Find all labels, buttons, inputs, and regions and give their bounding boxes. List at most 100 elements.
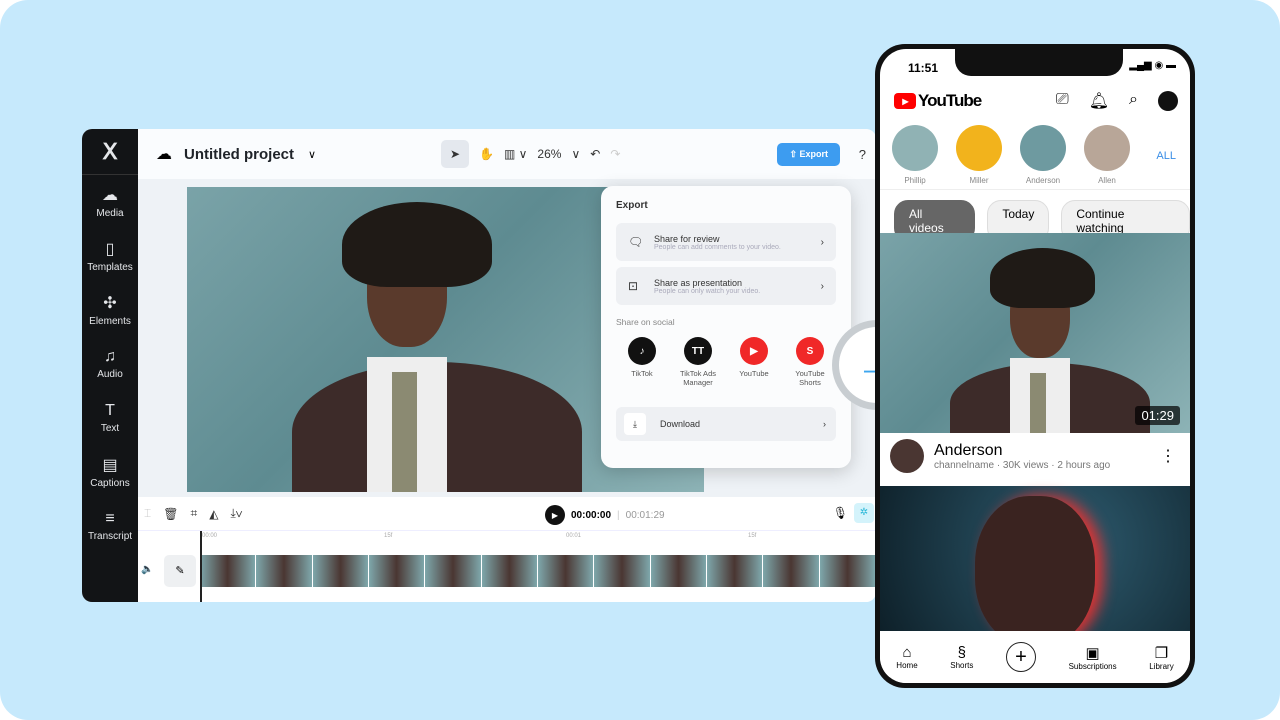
sidebar-item-media[interactable]: ☁ Media — [82, 175, 138, 229]
video-meta[interactable]: Anderson channelname · 30K views · 2 hour… — [890, 439, 1180, 473]
cast-icon[interactable]: ⎚ — [1056, 91, 1069, 111]
sidebar-item-audio[interactable]: ♫ Audio — [82, 337, 138, 391]
youtube-logo[interactable]: ▶ YouTube — [894, 91, 982, 111]
top-bar: ☁ Untitled project ∨ ➤ ✋ ▥ ∨ 26% ∨ ↶ ↷ ⇧… — [138, 129, 876, 179]
share-as-presentation-option[interactable]: ⊡ Share as presentation People can only w… — [616, 267, 836, 305]
ai-icon[interactable]: ✲ — [854, 503, 874, 523]
second-video-thumbnail[interactable] — [880, 486, 1190, 646]
undo-icon[interactable]: ↶ — [590, 147, 600, 161]
share-tiktok[interactable]: ♪ TikTok — [616, 337, 668, 387]
option-title: Share as presentation — [654, 277, 743, 288]
sidebar: ⵝ ☁ Media ▯ Templates ✣ Elements ♫ Audio T Text ▤ C… — [82, 129, 138, 602]
nav-library[interactable]: ❐ Library — [1149, 644, 1173, 671]
export-panel-title: Export — [616, 200, 648, 211]
sidebar-item-label: Transcript — [87, 531, 133, 542]
ruler-tick: 15f — [384, 533, 393, 539]
video-track[interactable] — [200, 555, 876, 587]
ruler-tick: 00:00 — [202, 533, 218, 539]
share-youtube[interactable]: ▶ YouTube — [728, 337, 780, 387]
account-avatar[interactable] — [1158, 91, 1178, 111]
select-tool-icon[interactable]: ➤ — [441, 140, 469, 168]
playhead[interactable] — [200, 531, 202, 602]
status-icons: ▂▄▆ ◉ ▬ — [1129, 60, 1176, 71]
share-for-review-option[interactable]: 🗨 Share for review People can add comment… — [616, 223, 836, 261]
option-desc: People can add comments to your video. — [654, 243, 781, 251]
option-title: Share for review — [654, 233, 720, 244]
cloud-icon[interactable]: ☁ — [156, 144, 172, 164]
nav-shorts[interactable]: § Shorts — [950, 644, 973, 670]
time-ruler: 00:00 15f 00:01 15f — [200, 533, 876, 549]
nav-home[interactable]: ⌂ Home — [896, 644, 917, 670]
transcript-icon: ≡ — [105, 510, 115, 527]
video-duration: 01:29 — [1135, 406, 1180, 425]
create-button[interactable]: + — [1005, 642, 1036, 672]
bottom-nav: ⌂ Home § Shorts + ▣ Subscriptions ❐ Library — [880, 631, 1190, 683]
sidebar-item-label: Audio — [97, 369, 123, 380]
layout-icon[interactable]: ▥ ∨ — [504, 147, 527, 161]
chevron-down-icon[interactable]: ∨ — [571, 147, 580, 161]
play-button[interactable]: ▶ — [545, 505, 565, 525]
download-option[interactable]: ⤓ Download › — [616, 407, 836, 441]
sidebar-item-label: Captions — [90, 478, 130, 489]
bell-icon[interactable]: 🔔︎ — [1089, 91, 1109, 111]
video-thumbnail[interactable]: 01:29 — [880, 233, 1190, 433]
share-youtube-shorts[interactable]: S YouTube Shorts — [784, 337, 836, 387]
sidebar-item-templates[interactable]: ▯ Templates — [82, 229, 138, 283]
microphone-icon[interactable]: 🎙 — [833, 506, 848, 520]
tiktok-icon: ♪ — [628, 337, 656, 365]
export-label: Export — [799, 148, 828, 159]
channel-avatar — [1020, 125, 1066, 171]
capcut-logo-icon: ⵝ — [82, 129, 138, 175]
chevron-down-icon[interactable]: ∨ — [308, 148, 316, 161]
nav-subscriptions[interactable]: ▣ Subscriptions — [1069, 644, 1117, 671]
nav-label: Library — [1149, 661, 1174, 671]
volume-icon[interactable]: 🔈 — [141, 564, 153, 575]
channel-name: Anderson — [1025, 176, 1061, 185]
subscription-channel[interactable]: Phillip — [892, 125, 938, 185]
sidebar-item-text[interactable]: T Text — [82, 391, 138, 445]
split-icon[interactable]: ⌶ — [144, 506, 151, 521]
channel-avatar — [892, 125, 938, 171]
cloud-upload-icon: ☁ — [102, 187, 118, 204]
phone-mockup: 11:51 ▂▄▆ ◉ ▬ ▶ YouTube ⎚ 🔔︎ ⌕ Phillip Mil… — [875, 44, 1195, 688]
export-button[interactable]: ⇧ Export — [777, 142, 840, 166]
redo-icon[interactable]: ↷ — [610, 147, 620, 161]
subscriptions-icon: ▣ — [1085, 644, 1100, 662]
download-menu-icon[interactable]: ⤓∨ — [230, 506, 242, 521]
chevron-right-icon: › — [820, 236, 824, 248]
nav-label: Home — [896, 661, 918, 670]
total-time: 00:01:29 — [625, 509, 665, 521]
all-subscriptions-link[interactable]: ALL — [1156, 150, 1176, 162]
share-tiktok-ads-manager[interactable]: TT TikTok Ads Manager — [672, 337, 724, 387]
subscription-channel[interactable]: Anderson — [1020, 125, 1066, 185]
share-on-social-label: Share on social — [616, 317, 675, 327]
subscription-channel[interactable]: Allen — [1084, 125, 1130, 185]
video-title[interactable]: Anderson — [934, 442, 1110, 460]
more-options-icon[interactable]: ⋮ — [1160, 446, 1176, 466]
flip-icon[interactable]: ◭ — [209, 507, 218, 521]
status-time: 11:51 — [908, 61, 939, 75]
sidebar-item-elements[interactable]: ✣ Elements — [82, 283, 138, 337]
project-title[interactable]: Untitled project — [184, 146, 294, 163]
captions-icon: ▤ — [102, 457, 118, 474]
delete-icon[interactable]: 🗑 — [163, 507, 178, 521]
crop-icon[interactable]: ⌗ — [190, 506, 197, 521]
social-label: TikTok Ads Manager — [680, 369, 716, 387]
channel-avatar[interactable] — [890, 439, 924, 473]
sidebar-item-captions[interactable]: ▤ Captions — [82, 445, 138, 499]
sidebar-item-label: Templates — [87, 262, 133, 273]
ruler-tick: 15f — [748, 533, 757, 539]
youtube-icon: ▶ — [740, 337, 768, 365]
help-icon[interactable]: ? — [859, 147, 866, 162]
sidebar-item-label: Media — [96, 208, 124, 219]
subscription-channel[interactable]: Miller — [956, 125, 1002, 185]
sidebar-item-transcript[interactable]: ≡ Transcript — [82, 499, 138, 553]
music-icon: ♫ — [104, 348, 116, 365]
hand-tool-icon[interactable]: ✋ — [479, 147, 494, 161]
library-icon: ❐ — [1154, 644, 1169, 662]
zoom-level[interactable]: 26% — [537, 147, 561, 161]
text-icon: T — [105, 402, 115, 419]
edit-cover-button[interactable]: ✎ — [164, 555, 196, 587]
search-icon[interactable]: ⌕ — [1129, 91, 1138, 111]
nav-label: Shorts — [950, 661, 974, 670]
